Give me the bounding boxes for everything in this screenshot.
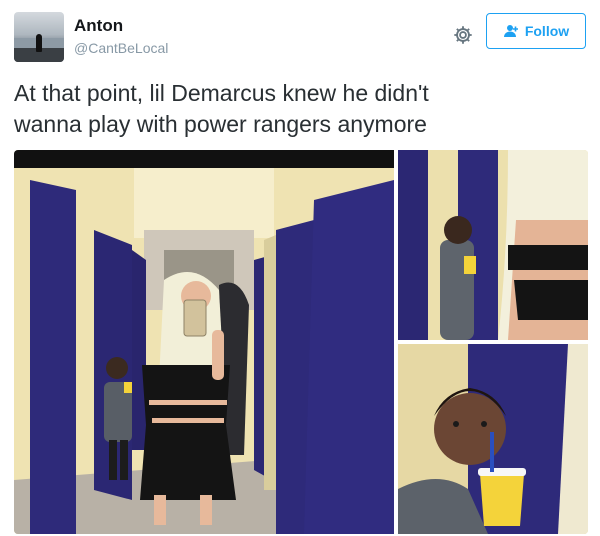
gear-icon[interactable] [452,24,474,46]
tweet-text-line: wanna play with power rangers anymore [14,111,427,137]
media-grid [14,150,588,534]
photo-crop-top[interactable] [398,150,588,340]
user-names[interactable]: Anton @CantBeLocal [74,16,168,58]
avatar-figure [36,34,42,52]
tweet-text-line: At that point, lil Demarcus knew he didn… [14,80,429,106]
tweet-text: At that point, lil Demarcus knew he didn… [14,78,584,140]
photo-crop-bottom[interactable] [398,344,588,534]
user-handle[interactable]: @CantBeLocal [74,38,168,58]
tweet-header: Anton @CantBeLocal Follow [12,12,588,64]
follow-button[interactable]: Follow [486,13,586,49]
follow-label: Follow [524,23,570,39]
user-fullname[interactable]: Anton [74,16,168,36]
photo-main[interactable] [14,150,394,534]
add-user-icon [503,25,518,37]
avatar[interactable] [14,12,64,62]
